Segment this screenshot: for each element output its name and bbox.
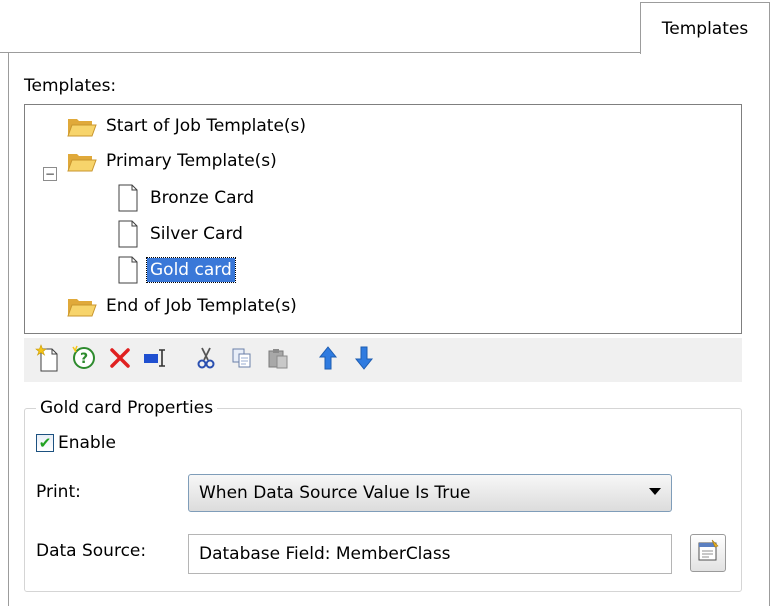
delete-icon [108, 346, 132, 375]
data-source-browse-button[interactable] [690, 534, 726, 572]
tree-node-label: Start of Job Template(s) [106, 116, 307, 136]
folder-open-icon [67, 150, 97, 172]
copy-button[interactable] [226, 344, 258, 376]
panel-left-border [8, 52, 9, 606]
move-down-icon [354, 345, 374, 376]
cut-icon [194, 346, 218, 375]
enable-label[interactable]: Enable [58, 433, 116, 453]
paste-icon [266, 346, 290, 375]
cut-button[interactable] [190, 344, 222, 376]
tree-node-label: Bronze Card [150, 188, 255, 208]
tree-node-label: Gold card [146, 257, 236, 283]
tree-node-label: End of Job Template(s) [106, 296, 297, 316]
new-template-button[interactable] [32, 343, 64, 377]
document-icon [117, 184, 139, 212]
templates-label: Templates: [24, 76, 117, 96]
help-icon: ? [71, 345, 97, 376]
paste-button[interactable] [262, 344, 294, 376]
copy-icon [230, 346, 254, 375]
new-template-icon [35, 343, 61, 377]
tree-node-gold-card[interactable]: Gold card [117, 255, 236, 285]
tree-node-end-of-job[interactable]: End of Job Template(s) [67, 291, 300, 321]
tree-node-label: Primary Template(s) [106, 151, 277, 171]
document-icon [117, 220, 139, 248]
move-up-icon [318, 345, 338, 376]
print-select[interactable]: When Data Source Value Is True [188, 474, 672, 512]
tab-templates[interactable]: Templates [640, 2, 770, 54]
properties-group-title: Gold card Properties [36, 398, 218, 418]
dropdown-arrow-icon [649, 488, 661, 495]
collapse-toggle-icon[interactable]: − [43, 167, 57, 181]
tree-node-primary[interactable]: Primary Template(s) [67, 146, 280, 176]
templates-toolbar: ? [24, 338, 742, 382]
data-source-label: Data Source: [36, 541, 147, 561]
delete-button[interactable] [104, 344, 136, 376]
folder-open-icon [67, 295, 97, 317]
data-source-browse-icon [696, 539, 720, 568]
move-up-button[interactable] [312, 344, 344, 376]
tab-templates-label: Templates [661, 18, 749, 39]
print-select-value: When Data Source Value Is True [199, 483, 471, 503]
tab-strip-line [0, 52, 640, 53]
panel-right-border [769, 52, 770, 606]
folder-open-icon [67, 115, 97, 137]
tree-node-start-of-job[interactable]: Start of Job Template(s) [67, 111, 309, 141]
rename-icon [142, 346, 170, 375]
tree-node-bronze-card[interactable]: Bronze Card [117, 183, 257, 213]
svg-text:?: ? [80, 351, 88, 367]
document-icon [117, 256, 139, 284]
data-source-field[interactable]: Database Field: MemberClass [188, 534, 672, 574]
data-source-value: Database Field: MemberClass [199, 544, 451, 564]
enable-checkbox[interactable]: ✔ [36, 434, 54, 452]
rename-button[interactable] [140, 344, 172, 376]
move-down-button[interactable] [348, 344, 380, 376]
help-button[interactable]: ? [68, 344, 100, 376]
tree-node-label: Silver Card [150, 224, 243, 244]
tree-node-silver-card[interactable]: Silver Card [117, 219, 246, 249]
templates-tree[interactable]: Start of Job Template(s) − Primary Templ… [24, 104, 742, 334]
print-label: Print: [36, 482, 81, 502]
